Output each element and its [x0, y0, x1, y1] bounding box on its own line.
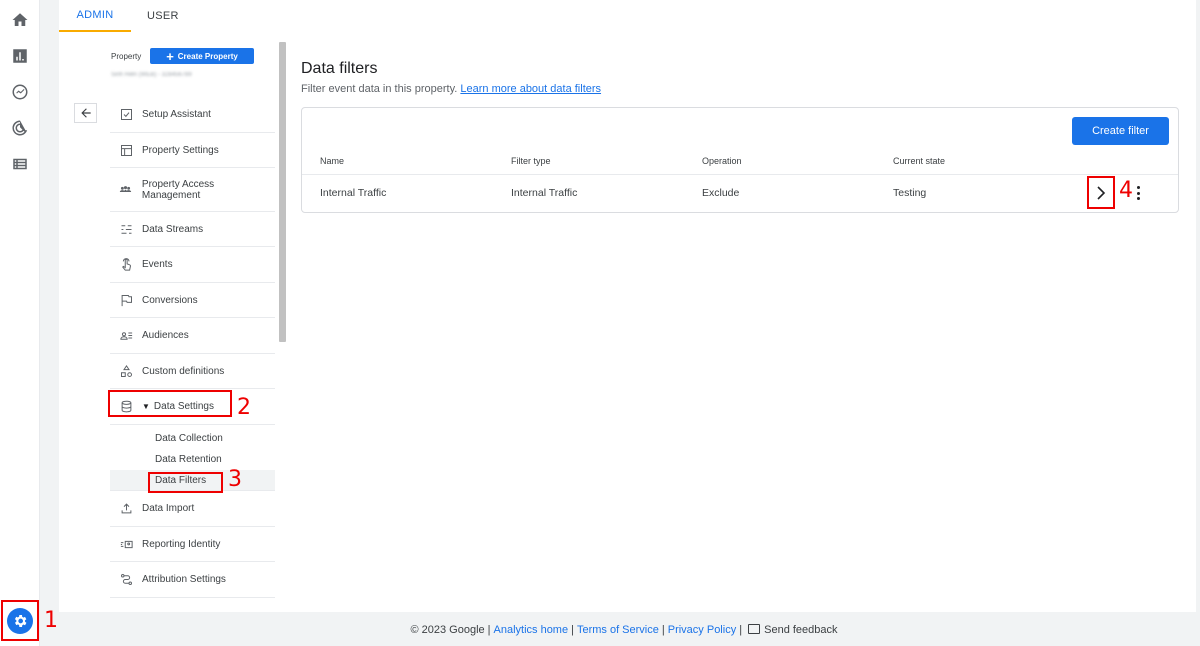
flag-icon: [110, 293, 142, 308]
people-icon: [110, 182, 142, 197]
tab-user[interactable]: USER: [147, 0, 179, 32]
column-header: Name: [320, 156, 345, 166]
left-nav-rail: [0, 0, 40, 646]
property-label: Property: [111, 52, 142, 61]
nav-events[interactable]: Events: [110, 247, 275, 283]
learn-more-link[interactable]: Learn more about data filters: [460, 83, 601, 95]
tab-bar: ADMIN USER: [59, 0, 1196, 32]
touch-icon: [110, 257, 142, 272]
create-property-button[interactable]: + Create Property: [150, 48, 254, 64]
highlight-box-data-filters: [148, 472, 223, 493]
nav-label: Audiences: [142, 330, 189, 341]
cell-name: Internal Traffic: [320, 187, 387, 199]
nav-attribution-settings[interactable]: Attribution Settings: [110, 562, 275, 598]
audiences-icon: [110, 328, 142, 343]
column-header: Filter type: [511, 156, 551, 166]
nav-property-settings[interactable]: Property Settings: [110, 133, 275, 168]
nav-label: Data Streams: [142, 223, 204, 235]
explore-icon[interactable]: [9, 81, 31, 103]
property-settings-icon: [110, 143, 142, 158]
nav-label: Conversions: [142, 294, 198, 306]
nav-label: Setup Assistant: [142, 109, 211, 120]
nav-label: Attribution Settings: [142, 574, 226, 585]
nav-conversions[interactable]: Conversions: [110, 283, 275, 318]
nav-data-filters[interactable]: Data Filters: [110, 470, 275, 493]
nav-label: Data Import: [142, 503, 195, 514]
nav-custom-definitions[interactable]: Custom definitions: [110, 354, 275, 389]
upload-icon: [110, 501, 142, 516]
property-id[interactable]: Sinh Hiển (WEB) - 328456789: [111, 72, 226, 80]
table-header: Name Filter type Operation Current state: [302, 152, 1178, 175]
tab-admin[interactable]: ADMIN: [59, 0, 131, 32]
nav-label: Events: [142, 259, 173, 270]
terms-link[interactable]: Terms of Service: [577, 624, 659, 636]
column-header: Current state: [893, 156, 946, 166]
footer: © 2023 Google | Analytics home | Terms of Se…: [410, 624, 838, 636]
back-button[interactable]: [74, 103, 97, 123]
nav-data-import[interactable]: Data Import: [110, 491, 275, 527]
nav-property-access[interactable]: Property Access Management: [110, 168, 275, 212]
feedback-label: Send feedback: [764, 624, 838, 636]
create-property-label: Create Property: [177, 51, 238, 61]
arrow-left-icon: [80, 108, 91, 118]
advertising-icon[interactable]: [9, 117, 31, 139]
table-row[interactable]: Internal Traffic Internal Traffic Exclud…: [302, 175, 1178, 212]
home-icon[interactable]: [9, 9, 31, 31]
plus-icon: +: [166, 48, 174, 64]
annotation-2: 2: [237, 395, 251, 420]
configure-icon[interactable]: [9, 153, 31, 175]
cell-operation: Exclude: [702, 187, 740, 199]
open-filter-button[interactable]: [1087, 176, 1115, 209]
reports-icon[interactable]: [9, 45, 31, 67]
chevron-right-icon: [1097, 185, 1106, 200]
page-subtitle: Filter event data in this property. Lear…: [301, 83, 601, 95]
nav-reporting-identity[interactable]: Reporting Identity: [110, 527, 275, 562]
send-feedback-button[interactable]: Send feedback: [748, 624, 838, 636]
data-streams-icon: [110, 222, 142, 237]
feedback-icon: [748, 624, 761, 634]
shapes-icon: [110, 364, 142, 379]
admin-panel: ADMIN USER Property + Create Property Si…: [59, 0, 1196, 612]
cell-state: Testing: [893, 187, 927, 199]
column-header: Operation: [702, 156, 742, 166]
nav-label: Custom definitions: [142, 365, 225, 377]
create-filter-button[interactable]: Create filter: [1072, 117, 1169, 145]
data-filters-card: Create filter Name Filter type Operation…: [301, 107, 1179, 213]
nav-scrollbar[interactable]: [279, 42, 286, 342]
attribution-icon: [110, 572, 142, 587]
cell-filter-type: Internal Traffic: [511, 187, 578, 199]
nav-setup-assistant[interactable]: Setup Assistant: [110, 97, 275, 133]
annotation-4: 4: [1119, 178, 1133, 203]
annotation-3: 3: [228, 467, 242, 492]
checklist-icon: [110, 107, 142, 122]
more-vert-icon[interactable]: [1135, 185, 1141, 201]
subtitle-text: Filter event data in this property.: [301, 83, 458, 95]
copyright: © 2023 Google: [410, 624, 485, 636]
analytics-home-link[interactable]: Analytics home: [494, 624, 569, 636]
nav-label: Reporting Identity: [142, 538, 221, 550]
nav-data-streams[interactable]: Data Streams: [110, 212, 275, 247]
nav-data-retention[interactable]: Data Retention: [110, 449, 275, 470]
nav-data-collection[interactable]: Data Collection: [110, 428, 275, 449]
highlight-box-data-settings: [108, 390, 232, 417]
nav-audiences[interactable]: Audiences: [110, 318, 275, 354]
identity-icon: [110, 537, 142, 552]
page-title: Data filters: [301, 60, 378, 77]
property-nav: Setup Assistant Property Settings Proper…: [108, 97, 275, 598]
nav-label: Property Access Management: [141, 178, 215, 201]
privacy-link[interactable]: Privacy Policy: [668, 624, 736, 636]
nav-label: Property Settings: [142, 144, 219, 156]
